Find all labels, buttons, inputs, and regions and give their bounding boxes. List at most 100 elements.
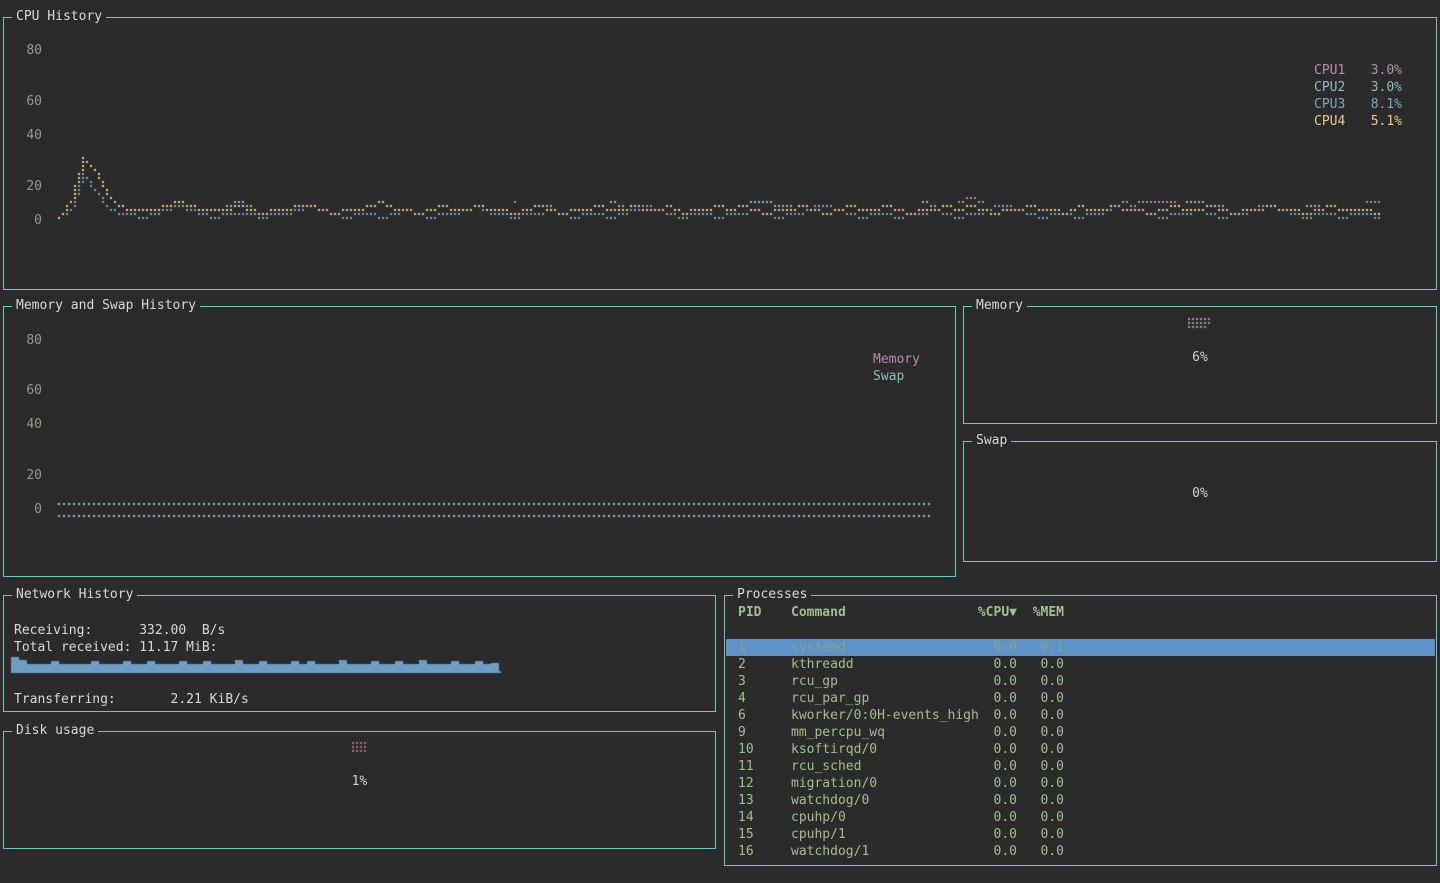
process-row[interactable]: 3rcu_gp0.00.0 <box>726 673 1435 690</box>
memory-swap-chart <box>4 307 955 576</box>
process-pid: 1 <box>738 639 791 656</box>
memory-panel: Memory 6% <box>963 306 1437 424</box>
process-mem: 0.0 <box>1017 741 1064 758</box>
process-row[interactable]: 14cpuhp/00.00.0 <box>726 809 1435 826</box>
process-cpu: 0.0 <box>964 707 1017 724</box>
process-cpu: 0.0 <box>964 673 1017 690</box>
swap-panel-title: Swap <box>972 433 1011 449</box>
process-row[interactable]: 11rcu_sched0.00.0 <box>726 758 1435 775</box>
process-row[interactable]: 16watchdog/10.00.0 <box>726 843 1435 860</box>
process-pid: 12 <box>738 775 791 792</box>
process-pid: 6 <box>738 707 791 724</box>
header-command[interactable]: Command <box>791 604 964 621</box>
processes-panel: Processes PID Command %CPU▼ %MEM 1system… <box>724 595 1437 866</box>
process-mem: 0.0 <box>1017 843 1064 860</box>
process-mem: 0.0 <box>1017 809 1064 826</box>
disk-usage-title: Disk usage <box>12 723 98 739</box>
cpu-history-panel: CPU History 80 60 40 20 0 CPU13.0%CPU23.… <box>3 17 1437 290</box>
disk-usage-panel: Disk usage 1% <box>3 731 716 849</box>
processes-title: Processes <box>733 587 811 603</box>
header-mem[interactable]: %MEM <box>1017 604 1064 621</box>
memory-swap-history-panel: Memory and Swap History 80 60 40 20 0 Me… <box>3 306 956 577</box>
cpu-legend: CPU13.0%CPU23.0%CPU38.1%CPU45.1% <box>1314 62 1402 130</box>
process-pid: 15 <box>738 826 791 843</box>
process-command: rcu_sched <box>791 758 964 775</box>
process-cpu: 0.0 <box>964 775 1017 792</box>
process-row[interactable]: 13watchdog/00.00.0 <box>726 792 1435 809</box>
process-cpu: 0.0 <box>964 792 1017 809</box>
process-row[interactable]: 6kworker/0:0H-events_high0.00.0 <box>726 707 1435 724</box>
system-monitor-screen: CPU History 80 60 40 20 0 CPU13.0%CPU23.… <box>0 0 1440 883</box>
process-row[interactable]: 12migration/00.00.0 <box>726 775 1435 792</box>
process-pid: 16 <box>738 843 791 860</box>
process-mem: 0.0 <box>1017 792 1064 809</box>
process-command: cpuhp/1 <box>791 826 964 843</box>
memory-gauge-icon <box>964 317 1436 335</box>
cpu-legend-name: CPU3 <box>1314 96 1358 113</box>
process-table-header: PID Command %CPU▼ %MEM <box>725 604 1436 621</box>
process-table: 1systemd0.00.12kthreadd0.00.03rcu_gp0.00… <box>726 639 1435 860</box>
process-mem: 0.0 <box>1017 673 1064 690</box>
process-mem: 0.1 <box>1017 639 1064 656</box>
cpu-history-chart <box>4 18 1436 289</box>
cpu-legend-item: CPU38.1% <box>1314 96 1402 113</box>
process-cpu: 0.0 <box>964 843 1017 860</box>
cpu-legend-value: 5.1% <box>1358 113 1402 130</box>
swap-panel: Swap 0% <box>963 441 1437 562</box>
memory-panel-title: Memory <box>972 298 1027 314</box>
process-pid: 2 <box>738 656 791 673</box>
process-pid: 9 <box>738 724 791 741</box>
process-cpu: 0.0 <box>964 656 1017 673</box>
process-command: kthreadd <box>791 656 964 673</box>
cpu-legend-item: CPU45.1% <box>1314 113 1402 130</box>
cpu-legend-value: 3.0% <box>1358 79 1402 96</box>
process-command: watchdog/1 <box>791 843 964 860</box>
process-pid: 3 <box>738 673 791 690</box>
cpu-legend-item: CPU13.0% <box>1314 62 1402 79</box>
header-cpu-sort[interactable]: %CPU▼ <box>964 604 1017 621</box>
swap-percent: 0% <box>964 487 1436 501</box>
cpu-legend-name: CPU4 <box>1314 113 1358 130</box>
swap-legend-label: Swap <box>873 368 920 385</box>
cpu-legend-value: 3.0% <box>1358 62 1402 79</box>
process-cpu: 0.0 <box>964 639 1017 656</box>
process-command: kworker/0:0H-events_high <box>791 707 964 724</box>
receiving-line: Receiving: 332.00 B/s <box>14 622 225 639</box>
process-row[interactable]: 9mm_percpu_wq0.00.0 <box>726 724 1435 741</box>
process-command: rcu_gp <box>791 673 964 690</box>
process-command: ksoftirqd/0 <box>791 741 964 758</box>
process-row[interactable]: 1systemd0.00.1 <box>726 639 1435 656</box>
memory-legend-label: Memory <box>873 351 920 368</box>
process-mem: 0.0 <box>1017 826 1064 843</box>
process-cpu: 0.0 <box>964 690 1017 707</box>
process-cpu: 0.0 <box>964 809 1017 826</box>
process-command: cpuhp/0 <box>791 809 964 826</box>
process-row[interactable]: 15cpuhp/10.00.0 <box>726 826 1435 843</box>
process-pid: 14 <box>738 809 791 826</box>
process-mem: 0.0 <box>1017 758 1064 775</box>
process-cpu: 0.0 <box>964 826 1017 843</box>
process-command: mm_percpu_wq <box>791 724 964 741</box>
process-row[interactable]: 2kthreadd0.00.0 <box>726 656 1435 673</box>
memory-swap-legend: Memory Swap <box>873 351 920 385</box>
process-command: migration/0 <box>791 775 964 792</box>
total-received-line: Total received: 11.17 MiB: <box>14 639 218 656</box>
network-history-panel: Network History Receiving: 332.00 B/s To… <box>3 595 716 712</box>
process-cpu: 0.0 <box>964 724 1017 741</box>
disk-percent: 1% <box>4 775 715 789</box>
cpu-legend-value: 8.1% <box>1358 96 1402 113</box>
process-mem: 0.0 <box>1017 707 1064 724</box>
process-row[interactable]: 10ksoftirqd/00.00.0 <box>726 741 1435 758</box>
cpu-legend-name: CPU1 <box>1314 62 1358 79</box>
process-command: systemd <box>791 639 964 656</box>
disk-gauge-icon <box>4 741 715 759</box>
process-mem: 0.0 <box>1017 690 1064 707</box>
header-pid[interactable]: PID <box>738 604 791 621</box>
process-mem: 0.0 <box>1017 656 1064 673</box>
process-pid: 13 <box>738 792 791 809</box>
memory-percent: 6% <box>964 351 1436 365</box>
process-mem: 0.0 <box>1017 775 1064 792</box>
process-row[interactable]: 4rcu_par_gp0.00.0 <box>726 690 1435 707</box>
process-mem: 0.0 <box>1017 724 1064 741</box>
process-cpu: 0.0 <box>964 741 1017 758</box>
